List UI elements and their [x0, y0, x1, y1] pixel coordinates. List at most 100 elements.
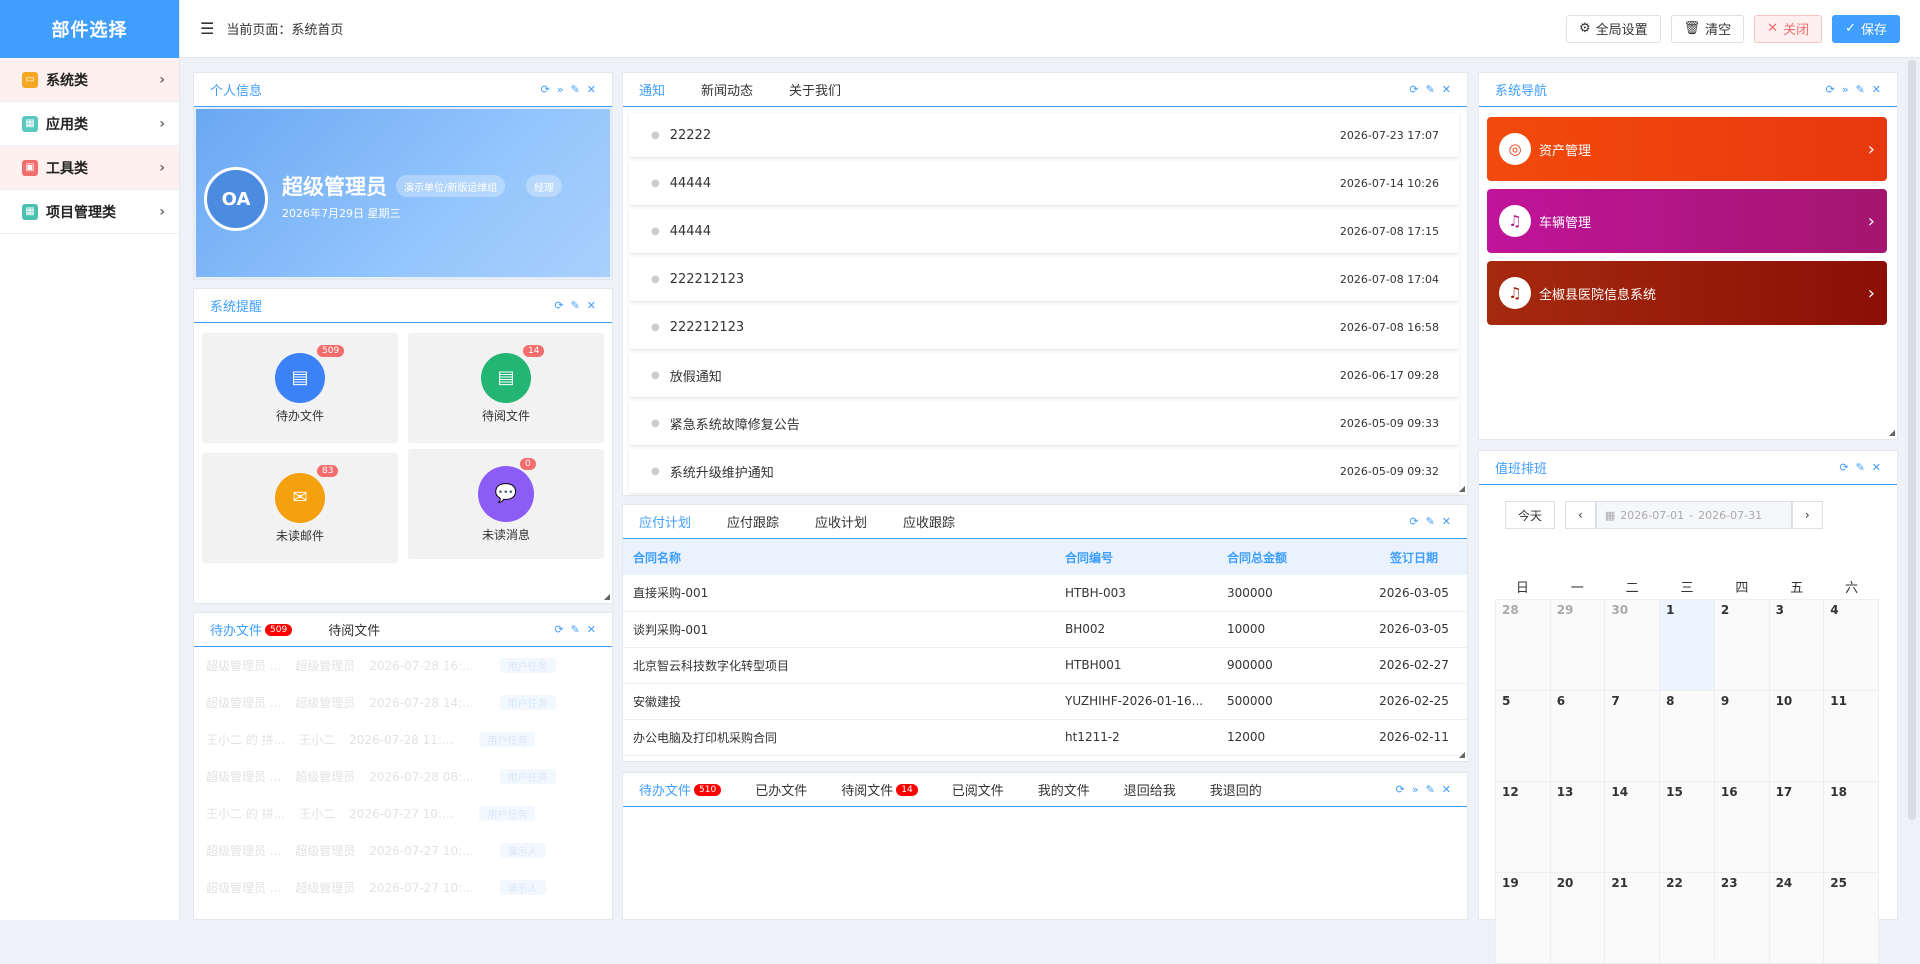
calendar-day[interactable]: 21 — [1605, 873, 1661, 964]
edit-icon[interactable]: ✎ — [1426, 83, 1435, 96]
calendar-day[interactable]: 5 — [1496, 691, 1551, 782]
refresh-icon[interactable]: ⟳ — [541, 83, 550, 96]
sidebar-item-system[interactable]: ▭ 系统类 › — [0, 58, 179, 102]
calendar-day[interactable]: 20 — [1550, 873, 1606, 964]
clear-button[interactable]: 🗑 清空 — [1670, 14, 1745, 43]
tab-notice[interactable]: 通知 — [639, 80, 665, 99]
expand-icon[interactable]: » — [1412, 783, 1419, 796]
calendar-day[interactable]: 30 — [1605, 600, 1661, 691]
calendar-day[interactable]: 9 — [1714, 691, 1770, 782]
date-range-picker[interactable]: ▦ 2026-07-01 - 2026-07-31 — [1595, 501, 1792, 529]
tab-payable-track[interactable]: 应付跟踪 — [727, 512, 779, 531]
edit-icon[interactable]: ✎ — [571, 83, 580, 96]
nav-hospital-system[interactable]: ♫ 全椒县医院信息系统 › — [1487, 261, 1887, 325]
calendar-day[interactable]: 11 — [1824, 691, 1879, 782]
table-row[interactable]: 安徽建投 YUZHIHF-2026-01-16... 500000 2026-02-2… — [623, 683, 1467, 720]
list-item[interactable]: 超级管理员 ... 超级管理员 2026-07-28 08:... 用户任务 — [194, 758, 612, 795]
page-scrollbar[interactable] — [1908, 60, 1916, 820]
table-row[interactable]: 北京智云科技数字化转型项目 HTBH001 900000 2026-02-27 — [623, 647, 1467, 684]
calendar-day[interactable]: 28 — [1496, 600, 1551, 691]
table-row[interactable]: 直接采购-001 HTBH-003 300000 2026-03-05 — [623, 575, 1467, 612]
calendar-day[interactable]: 7 — [1605, 691, 1661, 782]
unread-mail-tile[interactable]: ✉ 83 未读邮件 — [202, 453, 398, 563]
close-icon[interactable]: ✕ — [1442, 515, 1451, 528]
close-icon[interactable]: ✕ — [587, 623, 596, 636]
edit-icon[interactable]: ✎ — [571, 299, 580, 312]
list-item[interactable]: 王小二 的 拼... 王小二 2026-07-28 11:... 用户任务 — [194, 721, 612, 758]
notice-item[interactable]: ● 22222 2026-07-23 17:07 — [629, 113, 1459, 157]
notice-item[interactable]: ● 222212123 2026-07-08 17:04 — [629, 257, 1459, 301]
global-settings-button[interactable]: ⚙ 全局设置 — [1565, 14, 1661, 43]
calendar-day[interactable]: 23 — [1714, 873, 1770, 964]
hamburger-menu-icon[interactable]: ☰ — [200, 19, 214, 38]
list-item[interactable]: 王小二 的 拼... 王小二 2026-07-27 10:... 用户任务 — [194, 795, 612, 832]
tab-receivable-plan[interactable]: 应收计划 — [815, 512, 867, 531]
tab-file-1[interactable]: 已办文件 — [755, 780, 807, 799]
tab-about[interactable]: 关于我们 — [789, 80, 841, 99]
sidebar-item-apps[interactable]: ▦ 应用类 › — [0, 102, 179, 146]
calendar-day[interactable]: 10 — [1769, 691, 1825, 782]
edit-icon[interactable]: ✎ — [1426, 515, 1435, 528]
table-row[interactable]: 谈判采购-001 BH002 10000 2026-03-05 — [623, 611, 1467, 648]
close-button[interactable]: ✕ 关闭 — [1754, 14, 1823, 43]
nav-vehicle-management[interactable]: ♫ 车辆管理 › — [1487, 189, 1887, 253]
refresh-icon[interactable]: ⟳ — [1409, 83, 1418, 96]
resize-handle-icon[interactable]: ◢ — [604, 592, 610, 601]
resize-handle-icon[interactable]: ◢ — [1459, 484, 1465, 493]
calendar-day[interactable]: 25 — [1824, 873, 1879, 964]
nav-asset-management[interactable]: ◎ 资产管理 › — [1487, 117, 1887, 181]
calendar-day[interactable]: 2 — [1714, 600, 1770, 691]
tab-receivable-track[interactable]: 应收跟踪 — [903, 512, 955, 531]
edit-icon[interactable]: ✎ — [1856, 83, 1865, 96]
calendar-day[interactable]: 8 — [1660, 691, 1715, 782]
list-item[interactable]: 超级管理员 ... 超级管理员 2026-07-27 10:... 演示人 — [194, 832, 612, 869]
notice-item[interactable]: ● 222212123 2026-07-08 16:58 — [629, 305, 1459, 349]
table-row[interactable]: 办公电脑及打印机采购合同 ht1211-2 12000 2026-02-11 — [623, 719, 1467, 756]
tab-todo-files[interactable]: 待办文件 509 — [210, 620, 293, 639]
next-month-button[interactable]: › — [1791, 501, 1823, 529]
refresh-icon[interactable]: ⟳ — [1396, 783, 1405, 796]
calendar-day[interactable]: 1 — [1660, 600, 1715, 691]
calendar-day[interactable]: 15 — [1660, 782, 1715, 873]
close-icon[interactable]: ✕ — [587, 299, 596, 312]
calendar-day[interactable]: 16 — [1714, 782, 1770, 873]
tab-file-4[interactable]: 我的文件 — [1038, 780, 1090, 799]
calendar-day[interactable]: 14 — [1605, 782, 1661, 873]
sidebar-item-projects[interactable]: ▦ 项目管理类 › — [0, 190, 179, 234]
list-item[interactable]: 超级管理员 ... 超级管理员 2026-07-28 16:... 用户任务 — [194, 647, 612, 684]
list-item[interactable]: 超级管理员 ... 超级管理员 2026-07-27 10:... 演示人 — [194, 869, 612, 906]
edit-icon[interactable]: ✎ — [1856, 461, 1865, 474]
edit-icon[interactable]: ✎ — [571, 623, 580, 636]
notice-item[interactable]: ● 系统升级维护通知 2026-05-09 09:32 — [629, 449, 1459, 493]
calendar-day[interactable]: 17 — [1769, 782, 1825, 873]
calendar-day[interactable]: 19 — [1496, 873, 1551, 964]
calendar-day[interactable]: 24 — [1769, 873, 1825, 964]
tab-file-3[interactable]: 已阅文件 — [952, 780, 1004, 799]
calendar-day[interactable]: 3 — [1769, 600, 1825, 691]
tab-news[interactable]: 新闻动态 — [701, 80, 753, 99]
close-icon[interactable]: ✕ — [1442, 783, 1451, 796]
today-button[interactable]: 今天 — [1505, 501, 1556, 529]
expand-icon[interactable]: » — [557, 83, 564, 96]
unread-messages-tile[interactable]: 💬 0 未读消息 — [408, 449, 604, 559]
refresh-icon[interactable]: ⟳ — [554, 299, 563, 312]
refresh-icon[interactable]: ⟳ — [1826, 83, 1835, 96]
notice-item[interactable]: ● 44444 2026-07-08 17:15 — [629, 209, 1459, 253]
notice-item[interactable]: ● 44444 2026-07-14 10:26 — [629, 161, 1459, 205]
calendar-day[interactable]: 29 — [1550, 600, 1606, 691]
list-item[interactable]: 超级管理员 ... 超级管理员 2026-07-28 14:... 用户任务 — [194, 684, 612, 721]
close-icon[interactable]: ✕ — [587, 83, 596, 96]
tab-toread-files[interactable]: 待阅文件 — [328, 620, 380, 639]
resize-handle-icon[interactable]: ◢ — [1459, 750, 1465, 759]
refresh-icon[interactable]: ⟳ — [1839, 461, 1848, 474]
calendar-day[interactable]: 22 — [1660, 873, 1715, 964]
tab-file-6[interactable]: 我退回的 — [1210, 780, 1262, 799]
tab-file-2[interactable]: 待阅文件 14 — [841, 780, 918, 799]
tab-file-5[interactable]: 退回给我 — [1124, 780, 1176, 799]
close-icon[interactable]: ✕ — [1872, 461, 1881, 474]
expand-icon[interactable]: » — [1842, 83, 1849, 96]
prev-month-button[interactable]: ‹ — [1565, 501, 1596, 529]
calendar-day[interactable]: 18 — [1824, 782, 1879, 873]
refresh-icon[interactable]: ⟳ — [1409, 515, 1418, 528]
tab-payable-plan[interactable]: 应付计划 — [639, 512, 691, 531]
